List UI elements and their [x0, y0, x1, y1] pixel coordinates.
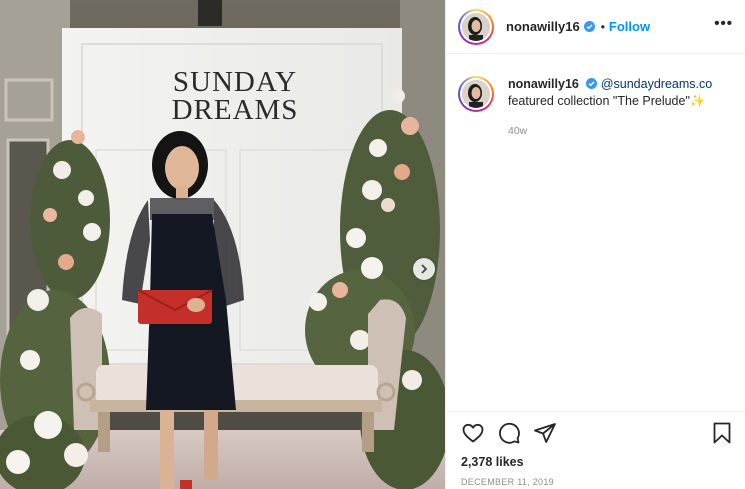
header-username[interactable]: nonawilly16: [506, 19, 580, 34]
post-actions: 2,378 likes DECEMBER 11, 2019: [446, 411, 745, 487]
avatar[interactable]: [458, 8, 494, 45]
caption-mention-link[interactable]: @sundaydreams.co: [601, 77, 712, 91]
post-side-panel: nonawilly16 • Follow ••• nonawilly16 @su…: [445, 0, 745, 489]
verified-badge-icon: [583, 21, 595, 32]
caption-avatar-image: [462, 80, 490, 108]
share-icon[interactable]: [533, 421, 557, 445]
more-options-button[interactable]: •••: [714, 15, 733, 38]
verified-badge-icon: [586, 78, 598, 89]
header-separator: •: [600, 19, 605, 34]
post-photo[interactable]: SUNDAY DREAMS: [0, 0, 445, 489]
follow-button[interactable]: Follow: [609, 19, 650, 34]
backdrop-text-line1: SUNDAY: [172, 66, 298, 98]
caption-body: nonawilly16 @sundaydreams.co featured co…: [508, 76, 712, 140]
action-icons: [461, 421, 734, 445]
likes-count[interactable]: 2,378 likes: [461, 455, 734, 469]
avatar-image: [462, 12, 490, 41]
caption-username[interactable]: nonawilly16: [508, 77, 579, 91]
post-date[interactable]: DECEMBER 11, 2019: [461, 477, 734, 487]
heart-icon[interactable]: [461, 421, 485, 445]
caption-age[interactable]: 40w: [508, 123, 712, 140]
caption-avatar[interactable]: [458, 76, 494, 112]
backdrop-text-line2: DREAMS: [171, 94, 299, 126]
carousel-next-button[interactable]: [413, 258, 435, 280]
caption-text: featured collection "The Prelude"✨: [508, 94, 706, 108]
comment-icon[interactable]: [497, 421, 521, 445]
chevron-right-icon: [421, 264, 428, 274]
post-header: nonawilly16 • Follow •••: [446, 0, 745, 54]
bookmark-icon[interactable]: [710, 421, 734, 445]
caption: nonawilly16 @sundaydreams.co featured co…: [446, 54, 745, 140]
